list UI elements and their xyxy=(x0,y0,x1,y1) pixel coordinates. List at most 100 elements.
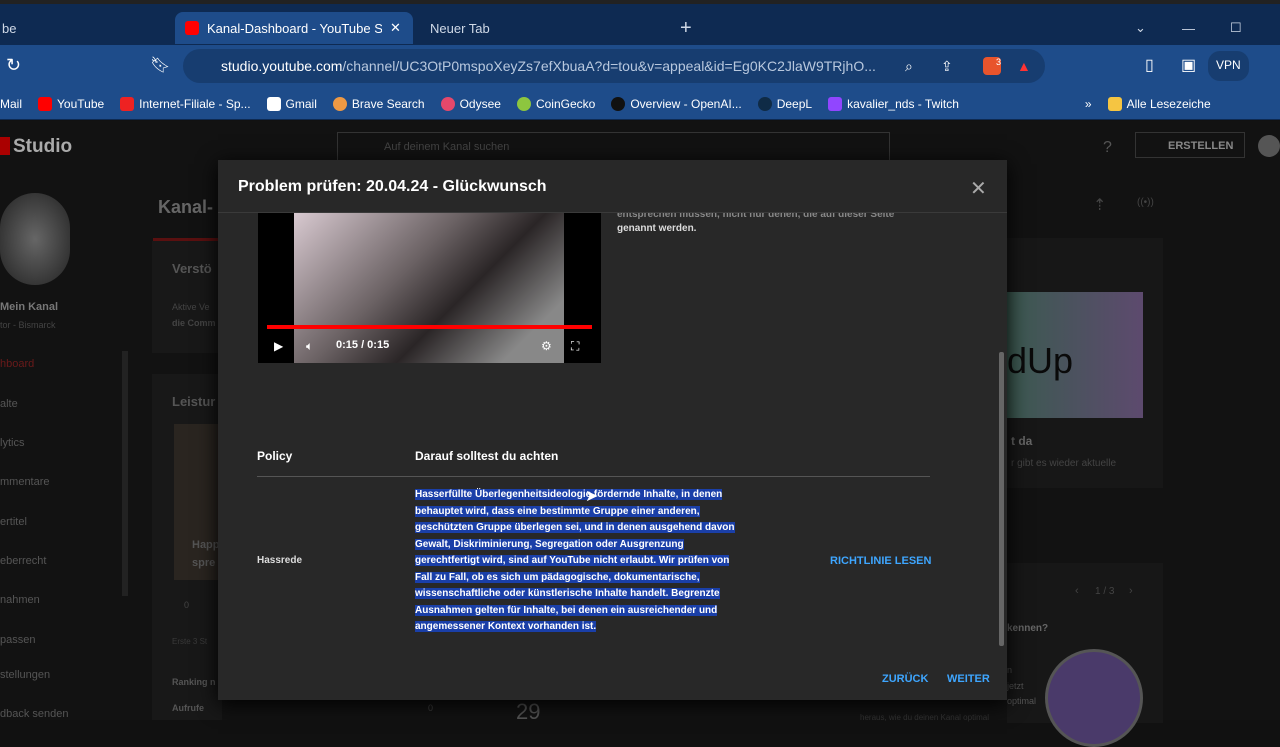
tab-kanal-dashboard[interactable]: Kanal-Dashboard - YouTube Stu ✕ xyxy=(175,12,413,44)
reload-icon[interactable]: ↻ xyxy=(6,55,21,76)
video-player[interactable]: ▶ 🔈︎ 0:15 / 0:15 ⚙ ⛶ xyxy=(258,213,601,363)
tips-card: ‹ 1 / 3 › kennen? n jetzt optimal xyxy=(1007,563,1163,747)
pager-prev-icon[interactable]: ‹ xyxy=(1075,585,1079,597)
stat-label: Aufrufe xyxy=(172,703,204,713)
minimize-icon[interactable]: — xyxy=(1172,12,1205,44)
nav-feedback[interactable]: dback senden xyxy=(0,708,69,720)
channel-avatar[interactable] xyxy=(0,193,70,285)
create-button[interactable]: ERSTELLEN xyxy=(1135,132,1245,158)
back-button[interactable]: ZURÜCK xyxy=(882,673,928,685)
bookmark-youtube[interactable]: YouTube xyxy=(38,96,104,111)
card-text: die Comm xyxy=(172,318,216,328)
info-text-cut: entsprechen müssen, nicht nur denen, die… xyxy=(617,213,895,220)
news-image: dUp xyxy=(1007,292,1143,418)
share-icon[interactable]: ⇪ xyxy=(941,58,953,75)
play-icon[interactable]: ▶ xyxy=(274,339,283,353)
nav-untertitel[interactable]: ertitel xyxy=(0,516,27,528)
news-title: t da xyxy=(1011,434,1033,448)
wallet-icon[interactable]: ▣ xyxy=(1181,55,1196,75)
upload-icon[interactable]: ⇡ xyxy=(1093,195,1106,215)
video-thumbnail[interactable]: Happ spre xyxy=(174,424,222,580)
views-value: 0 xyxy=(428,703,434,713)
deepl-icon xyxy=(757,96,772,111)
stat-label: Erste 3 St xyxy=(172,637,208,646)
video-frame xyxy=(294,213,564,363)
nav-inhalte[interactable]: alte xyxy=(0,398,18,410)
dialog-scrollbar[interactable] xyxy=(999,352,1004,646)
twitch-icon xyxy=(828,96,843,111)
violations-card: Verstö Aktive Ve die Comm xyxy=(152,241,222,353)
video-title: Happ xyxy=(192,539,220,551)
address-row: ↻ 🔖︎ studio.youtube.com/channel/UC3OtP0m… xyxy=(0,45,1280,88)
dialog-title: Problem prüfen: 20.04.24 - Glückwunsch xyxy=(238,178,547,195)
nav-dashboard[interactable]: hboard xyxy=(0,358,34,370)
coingecko-icon xyxy=(516,96,531,111)
bookmark-openai[interactable]: Overview - OpenAI... xyxy=(611,96,742,111)
help-icon[interactable]: ? xyxy=(1103,139,1112,157)
tab-new-tab[interactable]: Neuer Tab xyxy=(420,12,500,44)
bookmark-twitch[interactable]: kavalier_nds - Twitch xyxy=(828,96,959,111)
bookmark-coingecko[interactable]: CoinGecko xyxy=(516,96,595,111)
maximize-icon[interactable]: ☐ xyxy=(1220,12,1252,44)
bookmark-internet-filiale[interactable]: Internet-Filiale - Sp... xyxy=(120,96,251,111)
next-button[interactable]: WEITER xyxy=(947,673,990,685)
zoom-icon[interactable]: ⌕ xyxy=(905,58,913,75)
card-title: Leistur xyxy=(172,394,216,409)
info-text-line: genannt werden. xyxy=(617,223,697,234)
nav-kommentare[interactable]: mmentare xyxy=(0,476,50,488)
volume-icon[interactable]: 🔈︎ xyxy=(306,339,313,354)
brave-rewards-icon[interactable]: ▲ xyxy=(1017,58,1031,74)
sidebar-scrollbar[interactable] xyxy=(122,351,128,596)
channel-subtitle: tor - Bismarck xyxy=(0,320,56,330)
bookmark-brave-search[interactable]: Brave Search xyxy=(332,96,425,111)
bookmark-gmail[interactable]: Gmail xyxy=(266,96,317,111)
tip-title: kennen? xyxy=(1007,623,1049,634)
card-text: Aktive Ve xyxy=(172,302,210,312)
vpn-button[interactable]: VPN xyxy=(1208,51,1249,81)
bookmark-deepl[interactable]: DeepL xyxy=(757,96,812,111)
bookmark-odysee[interactable]: Odysee xyxy=(440,96,501,111)
youtube-icon xyxy=(185,21,199,35)
pager-next-icon[interactable]: › xyxy=(1129,585,1133,597)
fullscreen-icon[interactable]: ⛶ xyxy=(571,339,579,354)
studio-logo: Studio xyxy=(13,136,73,157)
odysee-icon xyxy=(440,96,455,111)
column-header-attention: Darauf solltest du achten xyxy=(415,449,559,463)
bookmark-icon[interactable]: 🔖︎ xyxy=(150,55,170,75)
selected-text: Hasserfüllte Überlegenheitsideologie för… xyxy=(415,489,735,632)
read-policy-link[interactable]: RICHTLINIE LESEN xyxy=(830,555,931,567)
sparkasse-icon xyxy=(120,96,135,111)
all-bookmarks[interactable]: Alle Lesezeiche xyxy=(1107,96,1211,111)
nav-anpassen[interactable]: passen xyxy=(0,634,35,646)
channel-search-input[interactable]: Auf deinem Kanal suchen xyxy=(337,132,890,162)
bookmarks-bar: Mail YouTube Internet-Filiale - Sp... Gm… xyxy=(0,88,1280,120)
review-issue-dialog: Problem prüfen: 20.04.24 - Glückwunsch ✕… xyxy=(218,160,1007,700)
page-title: Kanal- xyxy=(158,197,214,217)
close-icon[interactable]: ✕ xyxy=(970,176,987,201)
news-card: dUp t da r gibt es wieder aktuelle xyxy=(1007,238,1163,488)
tab-list-chevron-icon[interactable]: ⌄ xyxy=(1125,12,1156,44)
tip-text: jetzt xyxy=(1007,681,1024,691)
news-image-logo: dUp xyxy=(1007,340,1074,381)
bookmarks-more[interactable]: » xyxy=(1085,97,1092,111)
new-tab-button[interactable]: + xyxy=(670,12,702,44)
settings-icon[interactable]: ⚙ xyxy=(541,339,552,353)
url-bar[interactable]: studio.youtube.com/channel/UC3OtP0mspoXe… xyxy=(183,49,1045,83)
close-tab-icon[interactable]: ✕ xyxy=(390,20,401,36)
tab-previous[interactable]: be xyxy=(0,12,26,44)
bookmark-mail[interactable]: Mail xyxy=(0,97,22,111)
live-icon[interactable]: ((•)) xyxy=(1137,197,1154,208)
brave-shields-icon[interactable]: 3 xyxy=(983,57,1001,75)
nav-einnahmen[interactable]: nahmen xyxy=(0,594,40,606)
folder-icon xyxy=(1107,96,1122,111)
tip-text: optimal xyxy=(1007,696,1037,706)
account-avatar[interactable] xyxy=(1258,135,1280,157)
youtube-logo-icon xyxy=(0,137,10,155)
stat-label: Ranking n xyxy=(172,677,216,687)
nav-einstellungen[interactable]: stellungen xyxy=(0,669,50,681)
video-progress-bar[interactable] xyxy=(267,325,592,329)
video-time: 0:15 / 0:15 xyxy=(336,339,390,351)
nav-urheberrecht[interactable]: eberrecht xyxy=(0,555,46,567)
nav-analytics[interactable]: lytics xyxy=(0,437,24,449)
sidebar-icon[interactable]: ▯ xyxy=(1145,55,1154,75)
